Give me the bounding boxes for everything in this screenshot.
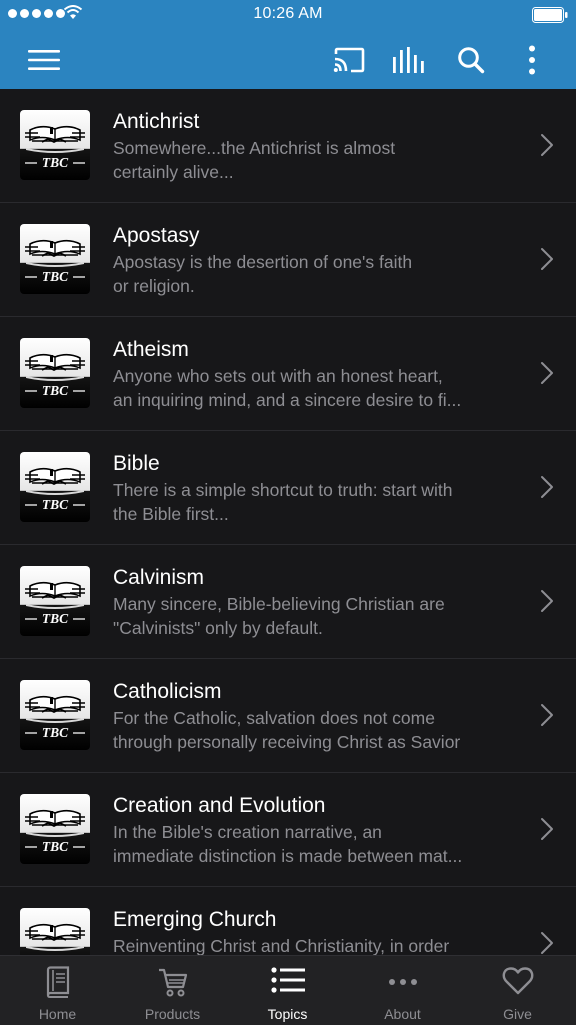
tab-products[interactable]: Products xyxy=(115,956,230,1025)
topic-description-line-1: Anyone who sets out with an honest heart… xyxy=(113,366,443,386)
tab-give[interactable]: Give xyxy=(460,956,575,1025)
topic-description: Apostasy is the desertion of one's faith… xyxy=(113,251,523,298)
topic-title: Creation and Evolution xyxy=(113,794,326,817)
topic-description-line-1: Apostasy is the desertion of one's faith xyxy=(113,252,413,272)
search-button[interactable] xyxy=(448,30,494,89)
tbc-logo-thumbnail: TBC xyxy=(20,680,90,750)
tbc-logo-thumbnail: TBC xyxy=(20,224,90,294)
topic-row[interactable]: TBC Emerging Church Reinventing Christ a… xyxy=(0,887,576,955)
topic-description: For the Catholic, salvation does not com… xyxy=(113,707,523,754)
tbc-logo-text: TBC xyxy=(41,839,69,854)
topic-description-line-2: "Calvinists" only by default. xyxy=(113,617,323,638)
hamburger-menu-icon xyxy=(28,49,60,70)
topic-description-line-2: or religion. xyxy=(113,275,195,296)
book-icon xyxy=(46,966,69,998)
tbc-logo-thumbnail: TBC xyxy=(20,794,90,864)
topic-description-line-2: certainly alive... xyxy=(113,161,234,182)
topic-row[interactable]: TBC Calvinism Many sincere, Bible-believ… xyxy=(0,545,576,659)
topic-description-line-1: Reinventing Christ and Christianity, in … xyxy=(113,936,450,955)
cast-button[interactable] xyxy=(326,30,372,89)
topic-description: In the Bible's creation narrative, an im… xyxy=(113,821,523,868)
tbc-logo-thumbnail: TBC xyxy=(20,452,90,522)
topic-title: Apostasy xyxy=(113,224,200,247)
topic-description-line-2: an inquiring mind, and a sincere desire … xyxy=(113,389,462,410)
tab-topics[interactable]: Topics xyxy=(230,956,345,1025)
list-icon xyxy=(270,967,305,993)
tab-about-label: About xyxy=(384,1006,421,1022)
topic-row[interactable]: TBC Atheism Anyone who sets out with an … xyxy=(0,317,576,431)
topic-description-line-2: the Bible first... xyxy=(113,503,229,524)
topic-title: Emerging Church xyxy=(113,908,277,931)
tab-home[interactable]: Home xyxy=(0,956,115,1025)
topic-title: Catholicism xyxy=(113,680,222,703)
chevron-right-icon xyxy=(541,248,553,270)
tab-about[interactable]: About xyxy=(345,956,460,1025)
tbc-logo-thumbnail: TBC xyxy=(20,110,90,180)
topic-description-line-2: through personally receiving Christ as S… xyxy=(113,731,461,752)
nav-bar xyxy=(0,30,576,89)
open-bible-logo-icon xyxy=(20,908,90,955)
shopping-cart-icon xyxy=(158,968,187,997)
more-vertical-icon xyxy=(529,45,535,74)
tbc-logo-text: TBC xyxy=(41,497,69,512)
chevron-right-icon xyxy=(541,362,553,384)
topic-description: Reinventing Christ and Christianity, in … xyxy=(113,935,523,955)
topic-description-line-2: immediate distinction is made between ma… xyxy=(113,845,463,866)
topic-title: Calvinism xyxy=(113,566,205,589)
tbc-logo-text: TBC xyxy=(41,725,69,740)
topic-description-line-1: For the Catholic, salvation does not com… xyxy=(113,708,435,728)
tbc-logo-text: TBC xyxy=(41,269,69,284)
chevron-right-icon xyxy=(541,134,553,156)
topic-description: Somewhere...the Antichrist is almost cer… xyxy=(113,137,523,184)
tbc-logo-text: TBC xyxy=(41,383,69,398)
menu-button[interactable] xyxy=(18,30,70,89)
topic-title: Antichrist xyxy=(113,110,200,133)
equalizer-icon xyxy=(393,46,424,73)
topic-row[interactable]: TBC Catholicism For the Catholic, salvat… xyxy=(0,659,576,773)
cast-icon xyxy=(333,47,365,72)
tbc-logo-text: TBC xyxy=(41,155,69,170)
chevron-right-icon xyxy=(541,590,553,612)
tbc-logo-thumbnail: TBC xyxy=(20,908,90,955)
topic-title: Bible xyxy=(113,452,160,475)
battery-icon xyxy=(532,7,568,23)
more-horizontal-icon xyxy=(388,979,417,985)
topic-description-line-1: In the Bible's creation narrative, an xyxy=(113,822,382,842)
tbc-logo-thumbnail: TBC xyxy=(20,338,90,408)
topic-description-line-1: There is a simple shortcut to truth: sta… xyxy=(113,480,453,500)
topic-row[interactable]: TBC Creation and Evolution In the Bible'… xyxy=(0,773,576,887)
audio-button[interactable] xyxy=(386,30,432,89)
topic-description: Anyone who sets out with an honest heart… xyxy=(113,365,523,412)
tab-topics-label: Topics xyxy=(267,1006,308,1022)
tbc-logo-text: TBC xyxy=(41,611,69,626)
tab-products-label: Products xyxy=(144,1006,201,1022)
topic-title: Atheism xyxy=(113,338,189,361)
chevron-right-icon xyxy=(541,818,553,840)
status-time: 10:26 AM xyxy=(253,5,323,22)
topic-description: There is a simple shortcut to truth: sta… xyxy=(113,479,523,526)
status-bar: 10:26 AM xyxy=(0,0,576,30)
topic-description: Many sincere, Bible-believing Christian … xyxy=(113,593,523,640)
tab-give-label: Give xyxy=(503,1006,532,1022)
tab-bar: Home Products Topics About Give xyxy=(0,955,576,1025)
chevron-right-icon xyxy=(541,476,553,498)
tbc-logo-thumbnail: TBC xyxy=(20,566,90,636)
topic-row[interactable]: TBC Bible There is a simple shortcut to … xyxy=(0,431,576,545)
more-options-button[interactable] xyxy=(512,30,552,89)
topic-row[interactable]: TBC Antichrist Somewhere...the Antichris… xyxy=(0,89,576,203)
chevron-right-icon xyxy=(541,932,553,954)
topic-description-line-1: Many sincere, Bible-believing Christian … xyxy=(113,594,445,614)
tab-home-label: Home xyxy=(38,1006,77,1022)
heart-icon xyxy=(502,967,533,995)
chevron-right-icon xyxy=(541,704,553,726)
topics-list: TBC Antichrist Somewhere...the Antichris… xyxy=(0,89,576,955)
topic-description-line-1: Somewhere...the Antichrist is almost xyxy=(113,138,396,158)
topic-row[interactable]: TBC Apostasy Apostasy is the desertion o… xyxy=(0,203,576,317)
search-icon xyxy=(458,46,485,73)
